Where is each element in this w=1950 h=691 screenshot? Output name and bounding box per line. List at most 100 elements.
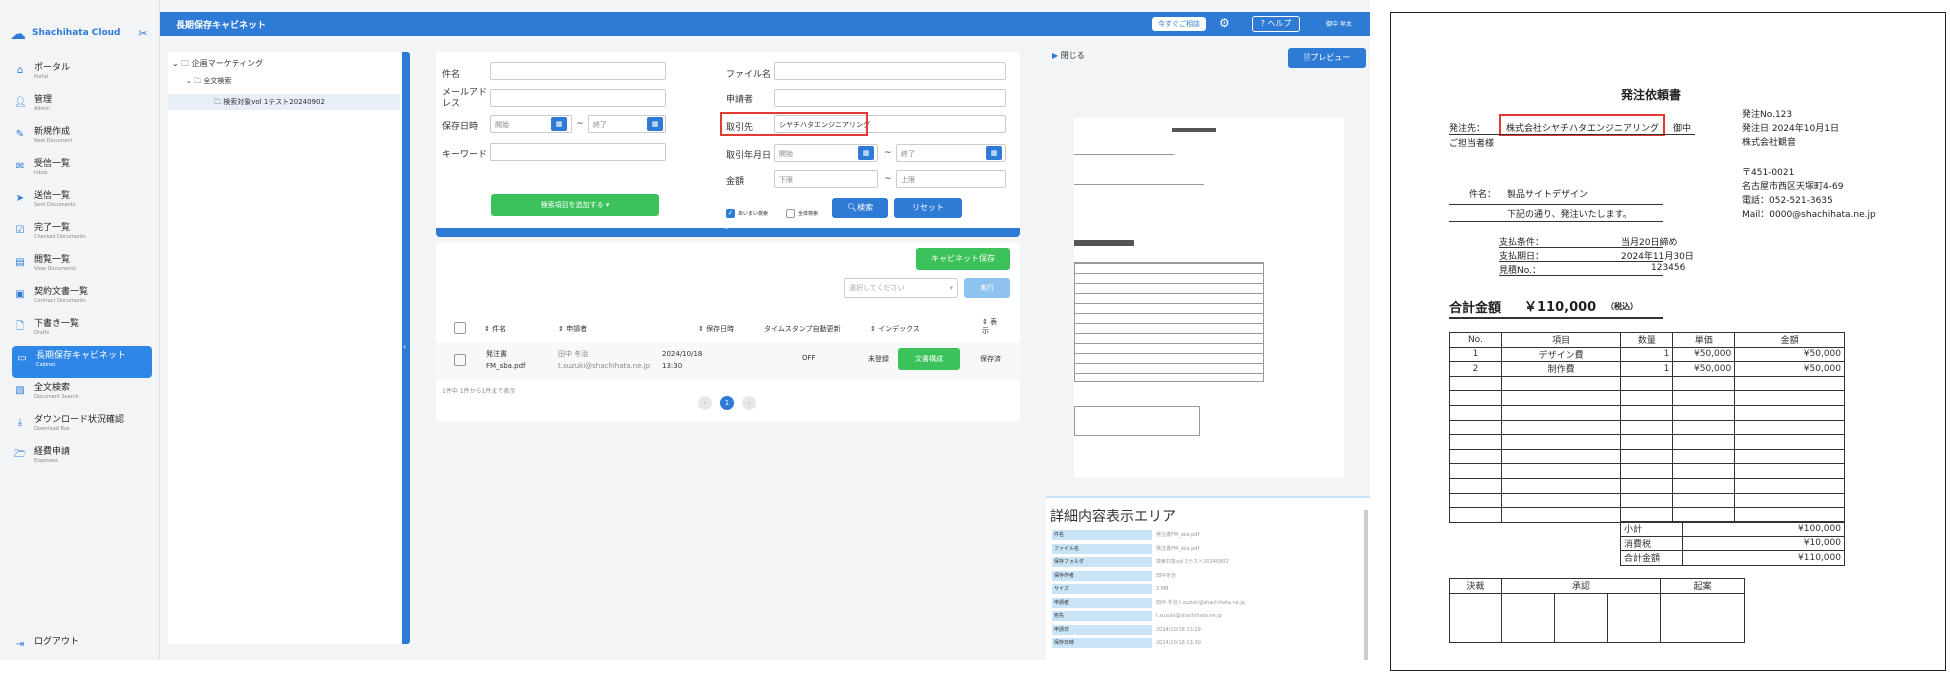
column-header[interactable]: ⇕ 件名 <box>484 324 506 334</box>
item-cell <box>1500 448 1622 465</box>
applicant-label: 申請者 <box>726 95 754 105</box>
item-column-header: 金額 <box>1734 332 1845 348</box>
name-label: 件名 <box>442 70 461 80</box>
sidebar-item[interactable]: ☑ 完了一覧 Checked Documents <box>14 222 154 252</box>
item-cell <box>1672 390 1736 406</box>
search-button[interactable]: 🔍︎検索 <box>832 198 888 218</box>
item-cell: ¥50,000 <box>1672 346 1736 363</box>
cabinet-save-button[interactable]: キャビネット保存 <box>916 248 1010 270</box>
order-document: 発注依頼書 発注先： 株式会社シヤチハタエンジニアリング 御中 ご担当者様 発注… <box>1390 12 1946 671</box>
item-cell: ¥50,000 <box>1734 346 1845 363</box>
item-cell <box>1500 477 1622 494</box>
prev-page-button[interactable]: ‹ <box>698 396 712 410</box>
tree-child[interactable]: ⌄ 🗀 全文検索 <box>186 76 231 88</box>
item-row: 1 デザイン費 1 ¥50,000 ¥50,000 <box>1449 346 1845 363</box>
sidebar-item[interactable]: ▣ 契約文書一覧 Contract Documents <box>14 286 154 316</box>
sidebar-item[interactable]: 🗁 経費申請 Expenses <box>14 446 154 476</box>
name-input[interactable] <box>490 62 666 80</box>
detail-value: t.suzuki@shachihata.ne.jp <box>1156 613 1222 619</box>
sidebar-item[interactable]: ▧ 全文検索 Document Search <box>14 382 154 412</box>
sidebar-item-label: 下書き一覧 <box>34 319 80 329</box>
reset-button[interactable]: リセット <box>894 198 962 218</box>
next-page-button[interactable]: › <box>742 396 756 410</box>
detail-value: 田中 冬治 t.suzuki@shachihata.ne.jp <box>1156 599 1245 606</box>
table-row[interactable]: 発注書FM_sba.pdf 田中 冬治 t.suzuki@shachihata.n… <box>436 342 1020 380</box>
sidebar-icon: ⤓ <box>17 417 23 428</box>
item-cell <box>1672 477 1736 494</box>
sidebar-item[interactable]: ▤ 閲覧一覧 View Documents <box>14 254 154 284</box>
action-select[interactable]: 選択してください ▾ <box>844 278 958 298</box>
search-collapse-bar[interactable]: ⌃ <box>436 226 1020 237</box>
full-search-checkbox[interactable] <box>786 209 795 218</box>
item-row: 2 制作費 1 ¥50,000 ¥50,000 <box>1449 361 1845 377</box>
summary-key: 合計金額 <box>1620 550 1683 566</box>
column-header[interactable]: ⇕ 申請者 <box>558 324 587 334</box>
row-checkbox[interactable] <box>454 354 466 366</box>
amount-lower-input[interactable]: 下限 <box>774 170 878 188</box>
pin-icon[interactable]: ✂ <box>139 27 148 40</box>
calendar-icon[interactable]: ▦ <box>551 117 567 131</box>
sidebar-item[interactable]: 🗋 下書き一覧 Drafts <box>14 318 154 348</box>
item-cell <box>1734 404 1845 421</box>
sidebar-item[interactable]: 👤︎ 管理 Admin <box>14 94 154 124</box>
preview-button[interactable]: 🗎プレビュー <box>1288 48 1366 68</box>
app-window: ☁ Shachihata Cloud ✂ ⌂ ポータル Portal 👤︎ 管理 … <box>0 0 1370 660</box>
trade-date-start-placeholder: 開始 <box>779 150 793 158</box>
item-cell <box>1620 404 1674 421</box>
sidebar-item-label: 管理 <box>34 95 53 105</box>
detail-key: 宛先 <box>1052 611 1152 621</box>
page-1-button[interactable]: 1 <box>720 396 734 410</box>
client-highlight <box>1499 114 1665 136</box>
fuzzy-search-label: あいまい検索 <box>738 211 769 217</box>
column-header[interactable]: ⇕ インデックス <box>870 324 920 334</box>
column-header[interactable]: ⇕ 表示 <box>982 318 998 336</box>
summary-key: 消費税 <box>1620 535 1683 552</box>
sidebar-item[interactable]: ▭ 長期保存キャビネット Cabinet <box>12 346 152 378</box>
help-button[interactable]: ? ヘルプ <box>1252 16 1300 32</box>
logout-button[interactable]: ⇥ ログアウト <box>14 636 154 660</box>
calendar-icon[interactable]: ▦ <box>986 146 1002 160</box>
column-header-label: タイムスタンプ自動更新 <box>764 325 841 333</box>
item-cell <box>1449 477 1502 494</box>
select-all-checkbox[interactable] <box>454 322 466 334</box>
sidebar-item[interactable]: ✉ 受信一覧 Inbox <box>14 158 154 188</box>
item-row <box>1449 419 1845 436</box>
gear-icon[interactable]: ⚙ <box>1219 16 1230 30</box>
tree-root[interactable]: ⌄ 🗀 企画マーケティング <box>172 58 263 72</box>
mail-input[interactable] <box>490 89 666 107</box>
close-preview-button[interactable]: ▶ 閉じる <box>1052 50 1085 61</box>
run-button[interactable]: 実行 <box>964 278 1010 298</box>
add-search-field-button[interactable]: 検索項目を追加する ▾ <box>491 194 659 216</box>
row-applicant: 田中 冬治 t.suzuki@shachihata.ne.jp <box>558 348 650 372</box>
column-header[interactable]: タイムスタンプ自動更新 <box>764 324 841 334</box>
order-no: 発注No.123 <box>1742 110 1793 120</box>
sidebar-item[interactable]: ➤ 送信一覧 Sent Documents <box>14 190 154 220</box>
row-name[interactable]: 発注書FM_sba.pdf <box>486 348 546 372</box>
sidebar-item[interactable]: ⤓ ダウンロード状況確認 Download Box <box>14 414 154 444</box>
detail-title: 詳細内容表示エリア <box>1050 509 1176 525</box>
tree-leaf-selected[interactable]: 🗀 検索対象vol 1テスト20240902 <box>168 94 400 110</box>
applicant-input[interactable] <box>774 89 1006 107</box>
user-menu[interactable]: 御中 早太 <box>1326 19 1352 28</box>
item-cell <box>1672 375 1736 392</box>
calendar-icon[interactable]: ▦ <box>647 117 663 131</box>
tree-splitter[interactable]: ‹ <box>402 52 410 644</box>
amount-upper-input[interactable]: 上限 <box>896 170 1006 188</box>
document-structure-button[interactable]: 文書構成 <box>898 348 960 370</box>
column-header[interactable]: ⇕ 保存日時 <box>698 324 734 334</box>
calendar-icon[interactable]: ▦ <box>858 146 874 160</box>
brand[interactable]: ☁ Shachihata Cloud ✂ <box>10 22 160 44</box>
sidebar-icon: ▣ <box>15 289 25 300</box>
subject-underline <box>1449 204 1663 205</box>
quick-consult-button[interactable]: 今すぐご相談 <box>1152 17 1206 31</box>
thumb-approval-table <box>1074 406 1200 436</box>
file-input[interactable] <box>774 62 1006 80</box>
fuzzy-search-checkbox[interactable]: ✓ <box>726 209 735 218</box>
sidebar-item[interactable]: ⌂ ポータル Portal <box>14 62 154 92</box>
item-cell <box>1500 507 1622 523</box>
item-cell <box>1734 492 1845 509</box>
sidebar-item-sub: Expenses <box>34 458 58 464</box>
detail-row: ファイル名 発注書FM_sba.pdf <box>1052 543 1370 554</box>
keyword-input[interactable] <box>490 143 666 161</box>
sidebar-item[interactable]: ✎ 新規作成 New Document <box>14 126 154 156</box>
